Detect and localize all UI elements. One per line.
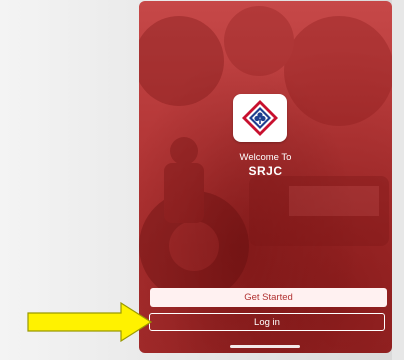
yellow-arrow-icon (27, 302, 153, 342)
brand-name: SRJC (248, 164, 283, 178)
app-logo (233, 94, 287, 142)
home-indicator[interactable] (230, 345, 300, 348)
srjc-logo-icon (242, 100, 278, 136)
screenshot-canvas: Welcome To SRJC Get Started Log in (0, 0, 404, 360)
log-in-button[interactable]: Log in (149, 313, 385, 331)
background-edge (392, 0, 404, 360)
welcome-text: Welcome To (239, 152, 292, 163)
get-started-button[interactable]: Get Started (150, 288, 387, 307)
phone-screen: Welcome To SRJC Get Started Log in (139, 1, 392, 353)
